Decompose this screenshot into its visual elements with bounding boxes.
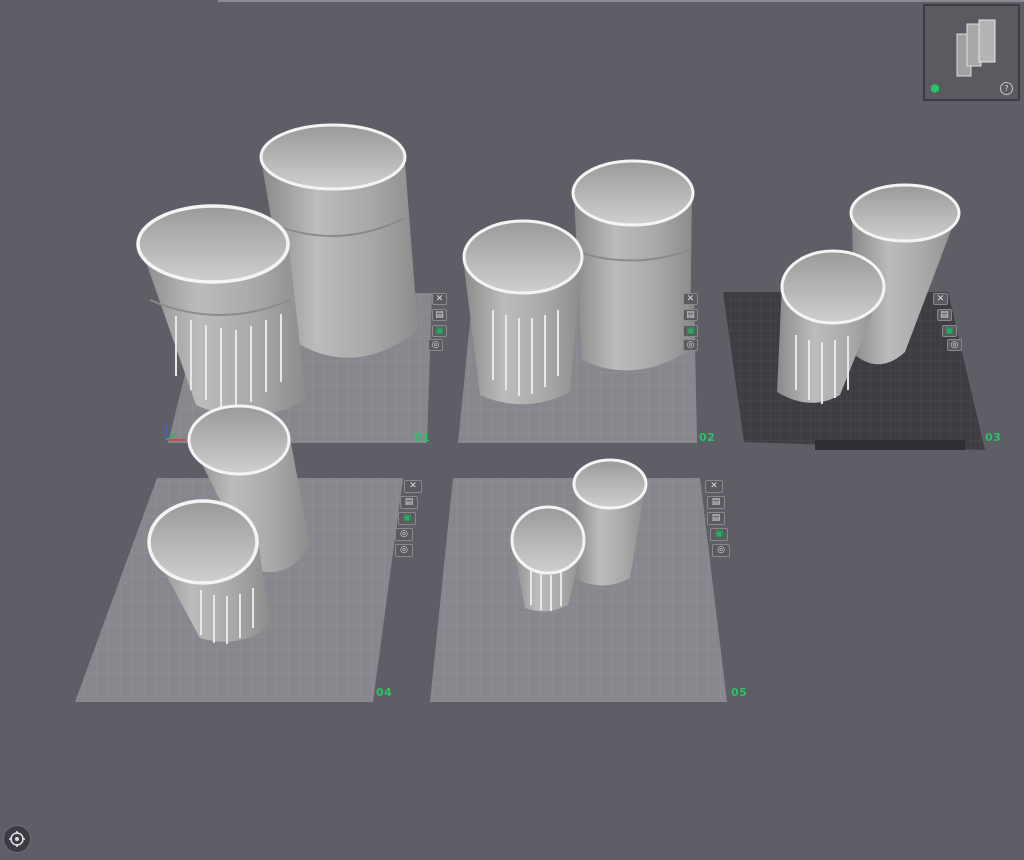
plate-02-lock-button[interactable]: ▣ [683,325,698,337]
lock-icon: ▣ [945,325,954,336]
model-cup-outer[interactable] [571,159,695,371]
plate-03-number: 03 [985,431,1002,444]
plate-03-lock-button[interactable]: ▣ [942,325,957,337]
lock-icon: ▣ [435,325,444,336]
plate-05-number: 05 [731,686,748,699]
close-icon: ✕ [936,293,945,304]
lock-icon: ▣ [686,325,695,336]
model-basket[interactable] [462,219,584,405]
layers-icon: ▤ [686,309,695,320]
plate-04-settings-button[interactable]: ◎ [395,528,413,541]
layers-icon: ▤ [711,513,721,523]
lock-icon: ▣ [714,529,724,539]
view-home-glyph [9,831,25,847]
view-home-icon[interactable] [3,825,31,853]
settings-icon: ◎ [400,529,408,539]
navcube-icon[interactable]: ⬢ [930,83,942,95]
help-icon[interactable]: ? [1000,82,1013,95]
plate-01-layers-button[interactable]: ▤ [432,309,447,321]
settings-icon: ◎ [686,339,695,350]
layers-icon: ▤ [940,309,949,320]
plate-02-close-button[interactable]: ✕ [683,293,698,305]
layers-icon: ▤ [404,497,414,507]
close-icon: ✕ [710,481,718,491]
plate-04-layers-button[interactable]: ▤ [400,496,418,509]
plate-04-close-button[interactable]: ✕ [404,480,422,493]
plate-03-layers-button[interactable]: ▤ [937,309,952,321]
scene[interactable] [0,0,1024,860]
plate-05-settings-button[interactable]: ◎ [712,544,730,557]
layers-icon: ▤ [711,497,721,507]
plate-03-settings-button[interactable]: ◎ [947,339,962,351]
plate-01-lock-button[interactable]: ▣ [432,325,447,337]
plate-04-number: 04 [376,686,393,699]
plate-04-extra-button[interactable]: ◎ [395,544,413,557]
plate-01-close-button[interactable]: ✕ [432,293,447,305]
plate-05-lock-button[interactable]: ▣ [710,528,728,541]
plate-03-close-button[interactable]: ✕ [933,293,948,305]
plate-02-settings-button[interactable]: ◎ [683,339,698,351]
navigation-cube[interactable]: ⬢ ? [923,4,1020,101]
3d-viewport[interactable]: ✕ ▤ ▣ ◎ 01 ✕ ▤ ▣ ◎ 02 ✕ ▤ ▣ ◎ 03 ✕ ▤ ▣ ◎… [0,0,1024,860]
plate-02-layers-button[interactable]: ▤ [683,309,698,321]
close-icon: ✕ [435,293,444,304]
settings-icon: ◎ [431,339,440,350]
settings-icon: ◎ [717,545,725,555]
model-basket[interactable] [136,204,306,417]
plate-04-lock-button[interactable]: ▣ [398,512,416,525]
close-icon: ✕ [686,293,695,304]
settings-icon: ◎ [950,339,959,350]
navcube-preview [956,19,996,77]
close-icon: ✕ [409,481,417,491]
lock-icon: ▣ [402,513,412,523]
plate-05-layers2-button[interactable]: ▤ [707,512,725,525]
plate-01-settings-button[interactable]: ◎ [428,339,443,351]
plate-01-number: 01 [414,431,431,444]
plate-05-layers-button[interactable]: ▤ [707,496,725,509]
plate-05-close-button[interactable]: ✕ [705,480,723,493]
layers-icon: ▤ [435,309,444,320]
plate-02-number: 02 [699,431,716,444]
settings-icon: ◎ [400,545,408,555]
